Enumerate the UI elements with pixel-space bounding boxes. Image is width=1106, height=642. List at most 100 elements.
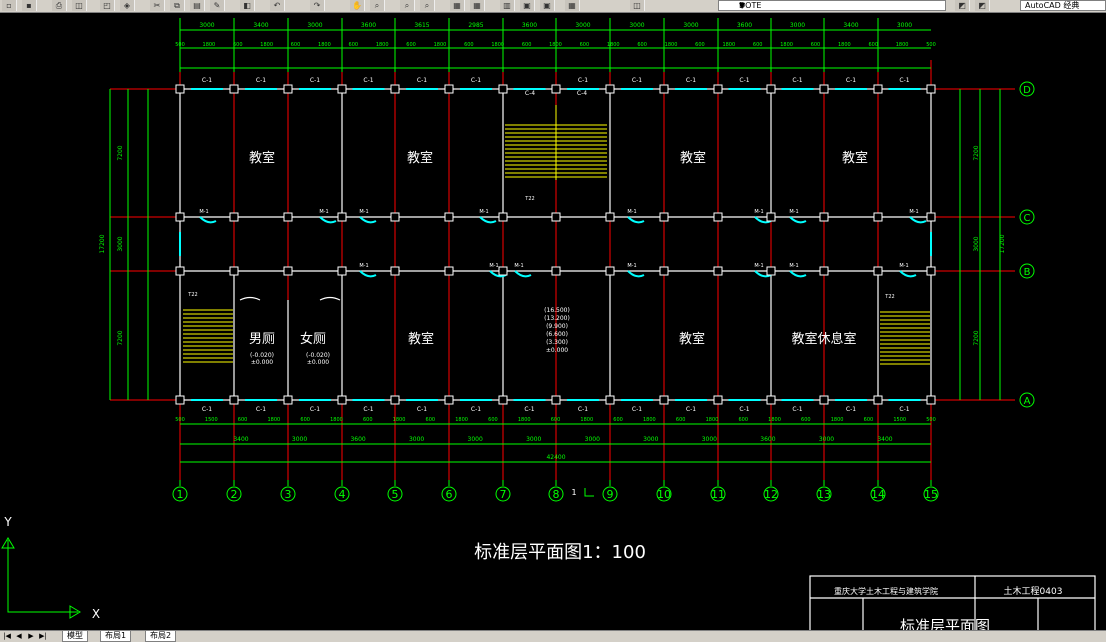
door-tag: M-1: [899, 263, 908, 269]
tool-palettes-icon[interactable]: ▥: [500, 0, 515, 11]
tab-model[interactable]: 模型: [62, 631, 88, 642]
bottom-window-dim-text: 600: [613, 417, 623, 423]
copy-icon[interactable]: ⧉: [170, 0, 185, 11]
publish-icon[interactable]: ◰: [100, 0, 115, 11]
window-tag: C-1: [310, 406, 320, 413]
section-mark: 1: [571, 488, 576, 497]
print-icon[interactable]: ⎙: [52, 0, 67, 11]
column: [926, 266, 936, 276]
zoom-window-icon[interactable]: ⌕: [400, 0, 415, 11]
window-tag: C-1: [417, 406, 427, 413]
room-label: 男厕: [249, 332, 275, 347]
properties-icon[interactable]: ▦: [450, 0, 465, 11]
bottom-window-dim-text: 500: [175, 417, 185, 423]
window-tag: C-1: [202, 77, 212, 84]
top-dim-text: 3400: [843, 22, 858, 29]
door-tag: M-1: [754, 263, 763, 269]
bottom-window-dim-text: 1800: [393, 417, 406, 423]
last-tab-icon[interactable]: ▶|: [38, 631, 48, 641]
zoom-previous-icon[interactable]: ⌕: [420, 0, 435, 11]
floor-plan-drawing: 1 2 3 4 5 6 7 8 9 10 11 12 13 14 15DCBA3000 3400 3000 360…: [1, 18, 1096, 639]
bottom-dim-text: 3000: [585, 436, 600, 443]
ucs-x-label: X: [92, 607, 100, 621]
column: [337, 266, 347, 276]
match-properties-icon[interactable]: ✎: [210, 0, 225, 11]
room-label: 教室: [249, 150, 275, 166]
column: [819, 212, 829, 222]
sheet-set-icon[interactable]: ▣: [520, 0, 535, 11]
axis-label-5: 5: [392, 488, 399, 501]
top-window-dim-text: 1800: [260, 42, 273, 48]
prev-tab-icon[interactable]: ◀: [14, 631, 24, 641]
workspace-dropdown[interactable]: AutoCAD 经典: [1020, 0, 1106, 11]
column: [444, 266, 454, 276]
plot-icon[interactable]: ◈: [120, 0, 135, 11]
tab-layout1[interactable]: 布局1: [100, 631, 132, 642]
window-tag: C-1: [256, 406, 266, 413]
axis-label-10: 10: [657, 488, 671, 501]
bottom-window-dim-text: 600: [738, 417, 748, 423]
redo-icon[interactable]: ↷: [310, 0, 325, 11]
top-window-dim-text: 1800: [491, 42, 504, 48]
axis-label-13: 13: [817, 488, 831, 501]
block-icon[interactable]: ◧: [240, 0, 255, 11]
left-dim-text: 7200: [117, 145, 124, 160]
new-icon[interactable]: ▫: [2, 0, 17, 11]
bottom-window-dim-text: 1800: [330, 417, 343, 423]
bottom-dim-text: 3000: [409, 436, 424, 443]
column: [175, 84, 185, 94]
axis-label-B: B: [1024, 267, 1031, 278]
next-tab-icon[interactable]: ▶: [26, 631, 36, 641]
zoom-realtime-icon[interactable]: ⌕: [370, 0, 385, 11]
window-tag: C-1: [417, 77, 427, 84]
save-icon[interactable]: ▪: [22, 0, 37, 11]
cut-icon[interactable]: ✂: [150, 0, 165, 11]
layer-states-icon[interactable]: ◩: [975, 0, 990, 11]
design-center-icon[interactable]: ▦: [470, 0, 485, 11]
chevron-down-icon: ▼: [739, 1, 746, 10]
pan-icon[interactable]: ✋: [350, 0, 365, 11]
paste-icon[interactable]: ▤: [190, 0, 205, 11]
room-label: 教室: [680, 150, 706, 166]
column: [873, 395, 883, 405]
markup-icon[interactable]: ▣: [540, 0, 555, 11]
bottom-window-dim-text: 1500: [893, 417, 906, 423]
column: [229, 266, 239, 276]
preview-icon[interactable]: ◫: [72, 0, 87, 11]
column: [819, 395, 829, 405]
door-arc: [359, 270, 377, 278]
column: [551, 84, 561, 94]
column: [175, 212, 185, 222]
column: [175, 266, 185, 276]
bottom-dim-text: 3000: [643, 436, 658, 443]
left-dim-text: 3000: [117, 236, 124, 251]
bottom-window-dim-text: 1800: [831, 417, 844, 423]
undo-icon[interactable]: ↶: [270, 0, 285, 11]
calculator-icon[interactable]: ▦: [565, 0, 580, 11]
window-tag: C-1: [202, 406, 212, 413]
bottom-dim-text: 3600: [350, 436, 365, 443]
top-window-dim-text: 1800: [896, 42, 909, 48]
top-window-dim-text: 600: [868, 42, 878, 48]
room-label: 教室休息室: [791, 331, 856, 347]
drawing-canvas[interactable]: 1 2 3 4 5 6 7 8 9 10 11 12 13 14 15 D C B A 3000 3400 3000 360…: [0, 12, 1106, 639]
ucs-arrows: [1, 537, 81, 619]
column: [766, 266, 776, 276]
workspace-name: AutoCAD 经典: [1025, 1, 1080, 10]
first-tab-icon[interactable]: |◀: [2, 631, 12, 641]
stair-label: T22: [187, 292, 197, 298]
toilet-level: ±0.000: [251, 359, 273, 366]
axis-label-4: 4: [339, 488, 346, 501]
tab-layout2[interactable]: 布局2: [145, 631, 177, 642]
top-dim-text: 3000: [790, 22, 805, 29]
layer-dropdown[interactable]: DOTE ▼: [718, 0, 946, 11]
column: [819, 84, 829, 94]
door-tag: M-1: [789, 209, 798, 215]
layer-manager-icon[interactable]: ◫: [630, 0, 645, 11]
layer-previous-icon[interactable]: ◩: [955, 0, 970, 11]
column: [551, 395, 561, 405]
room-label: 教室: [407, 150, 433, 166]
column: [283, 212, 293, 222]
bottom-window-dim-text: 600: [300, 417, 310, 423]
column: [283, 395, 293, 405]
